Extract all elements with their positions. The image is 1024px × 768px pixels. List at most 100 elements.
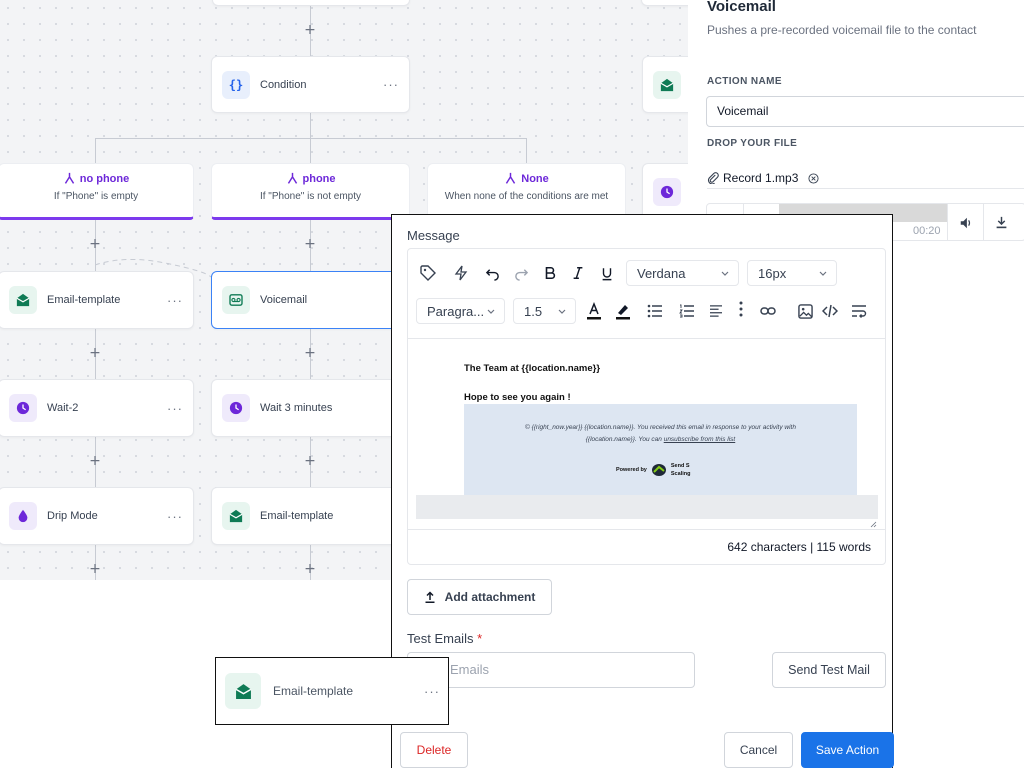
workflow-node[interactable] (641, 0, 688, 6)
align-icon[interactable] (705, 300, 727, 322)
underline-icon[interactable] (596, 262, 618, 284)
resize-handle-icon[interactable] (870, 521, 877, 528)
envelope-open-icon (653, 70, 681, 99)
powered-by-text: Powered by (616, 467, 647, 473)
save-action-button[interactable]: Save Action (801, 732, 894, 768)
action-name-label: ACTION NAME (707, 76, 782, 87)
workflow-node[interactable] (212, 0, 410, 6)
node-menu-button[interactable]: ··· (167, 293, 183, 308)
workflow-node[interactable]: Wait-2 ··· (0, 379, 194, 437)
line-height-select[interactable]: 1.5 (513, 298, 576, 324)
add-step-button[interactable]: + (303, 237, 317, 251)
email-content[interactable]: The Team at {{location.name}} Hope to se… (416, 345, 878, 531)
add-step-button[interactable]: + (88, 562, 102, 576)
cancel-button[interactable]: Cancel (724, 732, 793, 768)
paragraph-select[interactable]: Paragra... (416, 298, 505, 324)
connector-line (95, 138, 96, 163)
footer-copyright: © {{right_now.year}} {{location.name}}. … (525, 424, 796, 431)
workflow-node[interactable]: Email-template ··· (0, 271, 194, 329)
download-icon[interactable] (983, 204, 1019, 241)
bullet-list-icon[interactable] (644, 300, 666, 322)
required-mark: * (477, 631, 483, 646)
highlight-color-icon[interactable] (612, 300, 634, 322)
attached-file: Record 1.mp3 (707, 171, 819, 185)
workflow-node[interactable] (642, 56, 688, 113)
lightning-icon[interactable] (450, 262, 472, 284)
brand-name: Send S Scaling (671, 462, 691, 478)
rich-text-editor[interactable]: Verdana 16px Paragra... 1.5 The Team at … (407, 248, 886, 565)
redo-icon[interactable] (510, 262, 532, 284)
toolbar-divider (408, 338, 885, 339)
bold-icon[interactable] (539, 262, 561, 284)
italic-icon[interactable] (567, 262, 589, 284)
node-menu-button[interactable]: ··· (167, 401, 183, 416)
delete-button[interactable]: Delete (400, 732, 468, 768)
font-family-value: Verdana (637, 265, 686, 281)
add-step-button[interactable]: + (303, 562, 317, 576)
unsubscribe-link[interactable]: unsubscribe from this list (664, 436, 736, 443)
code-icon[interactable] (819, 300, 841, 322)
node-menu-button[interactable]: ··· (383, 77, 399, 92)
branch-condition: If "Phone" is not empty (259, 191, 362, 202)
email-footer: © {{right_now.year}} {{location.name}}. … (464, 404, 857, 496)
message-label: Message (407, 228, 460, 243)
action-name-input[interactable]: Voicemail (706, 96, 1024, 127)
font-family-select[interactable]: Verdana (626, 260, 739, 286)
workflow-node[interactable]: Drip Mode ··· (0, 487, 194, 545)
add-step-button[interactable]: + (88, 237, 102, 251)
add-step-button[interactable]: + (303, 454, 317, 468)
condition-node[interactable]: {} Condition ··· (211, 56, 410, 113)
workflow-node[interactable]: Email-template (211, 487, 410, 545)
split-icon (506, 172, 516, 184)
branch-condition: If "Phone" is empty (53, 191, 139, 202)
character-word-count: 642 characters | 115 words (727, 540, 871, 554)
node-menu-button[interactable]: ··· (167, 509, 183, 524)
upload-icon (425, 591, 435, 603)
paragraph-value: Paragra... (427, 303, 485, 319)
branch-title-text: None (521, 172, 549, 185)
tag-icon[interactable] (417, 262, 439, 284)
audio-time: 00:20 (913, 225, 941, 237)
dragged-node-preview[interactable]: Email-template ··· (215, 657, 449, 725)
chevron-down-icon (487, 309, 495, 314)
branch-none[interactable]: None When none of the conditions are met (427, 163, 626, 220)
text-color-icon[interactable] (583, 300, 605, 322)
numbered-list-icon[interactable] (676, 300, 698, 322)
add-attachment-button[interactable]: Add attachment (407, 579, 552, 615)
chevron-down-icon (721, 271, 729, 276)
envelope-open-icon (222, 502, 250, 530)
add-step-button[interactable]: + (303, 346, 317, 360)
add-step-button[interactable]: + (88, 346, 102, 360)
undo-icon[interactable] (481, 262, 503, 284)
add-step-button[interactable]: + (88, 454, 102, 468)
connector-line (526, 138, 527, 163)
clock-icon (653, 177, 681, 206)
branch-phone[interactable]: phone If "Phone" is not empty (211, 163, 410, 220)
node-label: Wait-2 (47, 402, 79, 414)
workflow-node[interactable]: Wait 3 minutes (211, 379, 410, 437)
image-icon[interactable] (794, 300, 816, 322)
wrap-text-icon[interactable] (848, 300, 870, 322)
test-emails-input[interactable]: Emails (407, 652, 695, 688)
panel-description: Pushes a pre-recorded voicemail file to … (707, 23, 977, 37)
chevron-down-icon (558, 309, 566, 314)
remove-file-icon[interactable] (808, 172, 819, 184)
more-options-icon[interactable] (730, 298, 752, 320)
branch-no-phone[interactable]: no phone If "Phone" is empty (0, 163, 194, 220)
workflow-node[interactable] (642, 163, 688, 220)
send-test-mail-button[interactable]: Send Test Mail (772, 652, 886, 688)
footer-unsubscribe-line: {{location.name}}. You can unsubscribe f… (464, 436, 857, 443)
add-step-button[interactable]: + (303, 23, 317, 37)
drop-icon (9, 502, 37, 530)
volume-icon[interactable] (947, 204, 983, 241)
font-size-select[interactable]: 16px (747, 260, 837, 286)
test-emails-label-text: Test Emails (407, 631, 474, 646)
node-label: Condition (260, 78, 307, 91)
split-icon (287, 172, 297, 184)
node-menu-button[interactable]: ··· (424, 684, 440, 699)
voicemail-icon (222, 286, 250, 314)
workflow-node-selected[interactable]: Voicemail (211, 271, 410, 329)
clock-icon (9, 394, 37, 422)
envelope-open-icon (225, 673, 261, 709)
link-icon[interactable] (757, 300, 779, 322)
